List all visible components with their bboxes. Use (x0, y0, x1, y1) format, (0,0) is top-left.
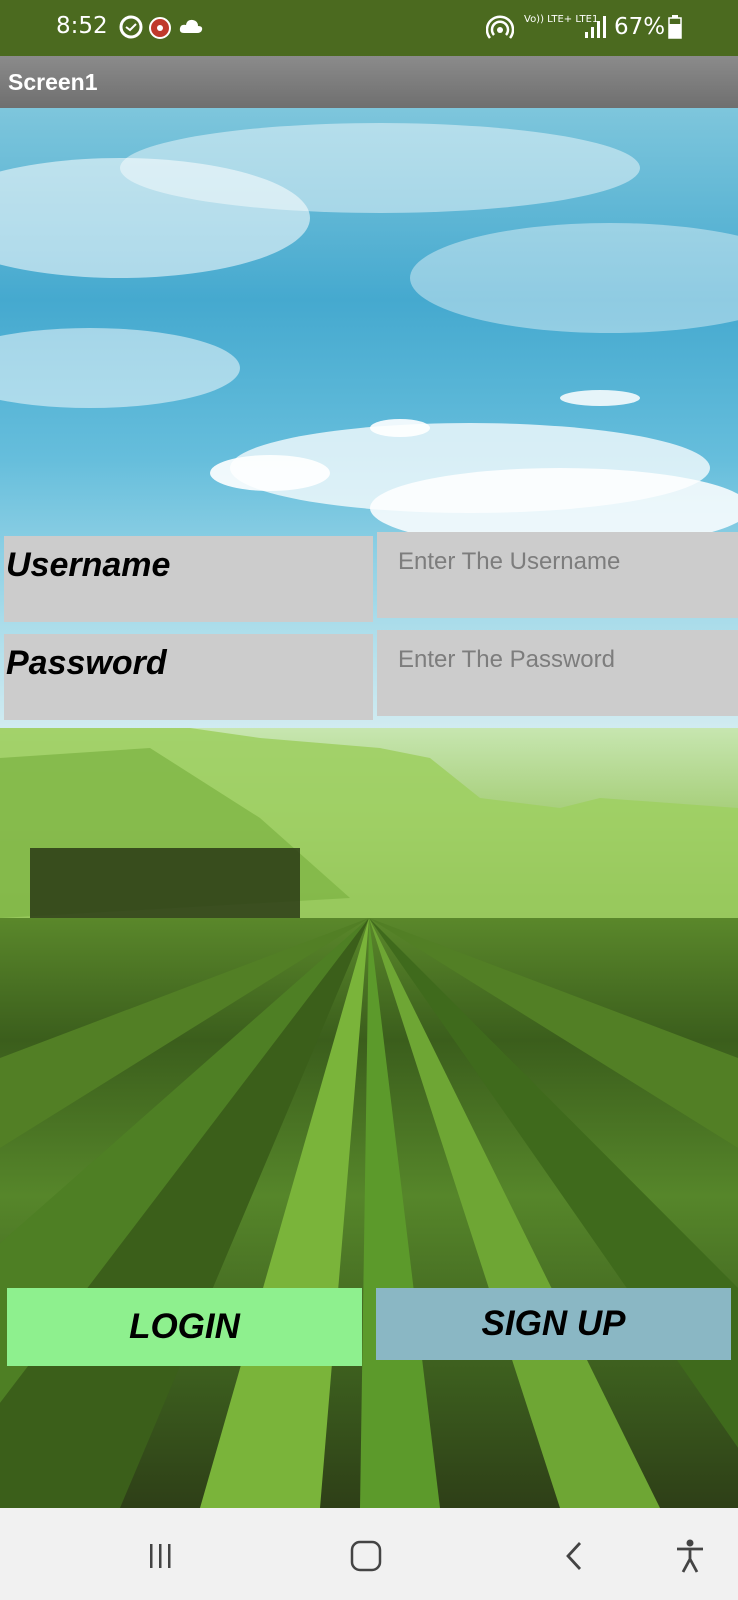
signal-icon (584, 14, 606, 44)
messenger-icon (118, 14, 144, 44)
screen-title: Screen1 (8, 69, 98, 95)
back-icon[interactable] (552, 1534, 596, 1578)
battery-percentage: 67% (614, 14, 666, 40)
screen-content: Username Password LOGIN SIGN UP (0, 108, 738, 1508)
username-input[interactable] (377, 532, 738, 618)
vineyard-background-image (0, 728, 738, 1508)
accessibility-icon[interactable] (668, 1534, 712, 1578)
home-icon[interactable] (344, 1534, 388, 1578)
app-title-bar: Screen1 (0, 56, 738, 108)
password-label: Password (4, 634, 373, 720)
battery-icon (668, 14, 682, 44)
status-time: 8:52 (56, 13, 108, 39)
hotspot-icon (485, 14, 515, 46)
recent-apps-icon[interactable] (138, 1534, 182, 1578)
password-input[interactable] (377, 630, 738, 716)
login-button[interactable]: LOGIN (7, 1288, 362, 1366)
cloud-icon (178, 14, 204, 44)
username-label: Username (4, 536, 373, 622)
app-notification-icon (148, 14, 172, 44)
status-bar: 8:52 Vo)) LTE+ LTE1 67% (0, 0, 738, 56)
system-nav-bar (0, 1508, 738, 1600)
signup-button[interactable]: SIGN UP (376, 1288, 731, 1360)
